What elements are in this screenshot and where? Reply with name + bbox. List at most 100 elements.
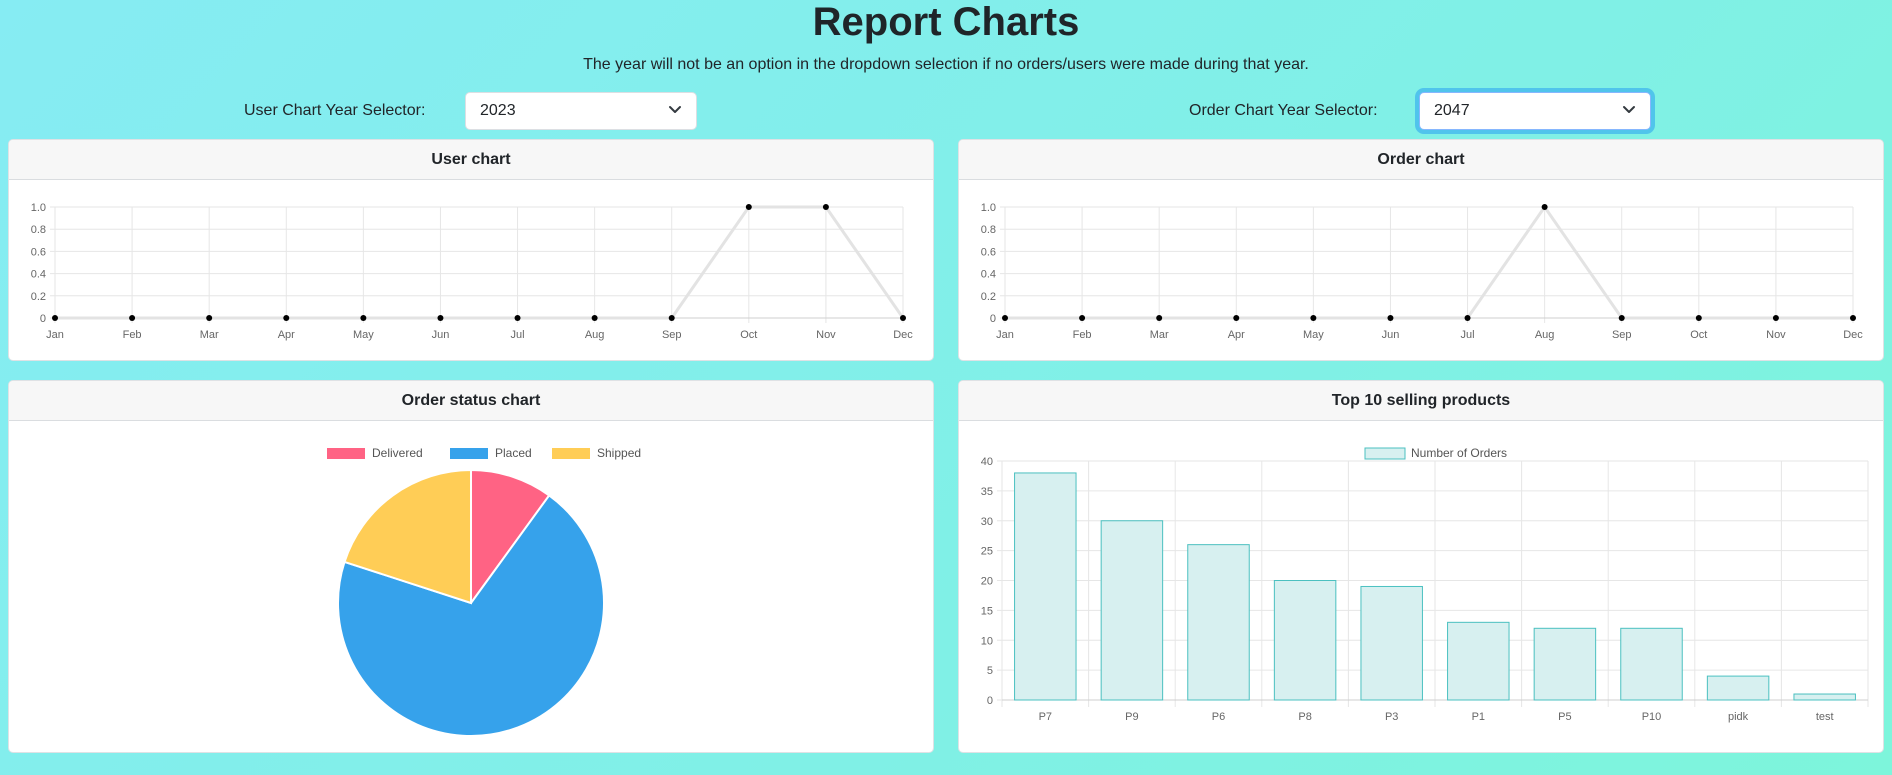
bar (1014, 472, 1077, 701)
user-chart-card: User chart 0 0.2 0.4 0.6 0.8 1.0 Jan Feb Mar Apr M… (8, 139, 934, 361)
x-tick-label: Feb (1073, 329, 1092, 341)
x-tick-label: Sep (1612, 329, 1632, 341)
x-tick-label: Mar (200, 329, 219, 341)
x-tick-label: P6 (1212, 711, 1225, 723)
order-status-title: Order status chart (9, 381, 933, 421)
data-point (1156, 315, 1163, 321)
legend-swatch (552, 448, 590, 459)
data-point (1387, 315, 1394, 321)
data-point (591, 315, 598, 321)
page-subtitle: The year will not be an option in the dr… (583, 56, 1309, 73)
x-tick-label: Aug (1535, 329, 1555, 341)
data-point (514, 315, 521, 321)
chevron-down-icon (669, 106, 681, 113)
data-point (1233, 315, 1240, 321)
x-tick-label: Jul (511, 329, 525, 341)
top-products-title: Top 10 selling products (959, 381, 1883, 421)
x-tick-label: Dec (893, 329, 913, 341)
bar (1187, 544, 1250, 701)
data-point (1002, 315, 1008, 321)
legend-label: Placed (495, 446, 532, 460)
order-status-card: Order status chart Delivered Placed Shippe… (8, 380, 934, 753)
x-tick-label: Jan (996, 329, 1014, 341)
x-tick-label: Mar (1150, 329, 1169, 341)
bar (1360, 585, 1423, 701)
y-tick-label: 0.4 (981, 269, 996, 281)
y-tick-label: 15 (981, 605, 993, 617)
chevron-down-icon (1623, 106, 1635, 113)
x-tick-label: Apr (278, 329, 295, 341)
legend-label: Shipped (597, 446, 641, 460)
bar (1100, 520, 1164, 701)
x-tick-label: May (353, 329, 374, 341)
order-status-pie-chart: Delivered Placed Shipped (327, 446, 641, 737)
top-products-card: Top 10 selling products Number of Orders… (958, 380, 1884, 753)
legend-label: Delivered (372, 446, 423, 460)
order-year-select[interactable]: 2047 (1419, 92, 1651, 130)
y-tick-label: 0.8 (31, 224, 46, 236)
x-tick-label: P10 (1642, 711, 1662, 723)
x-tick-label: Jul (1461, 329, 1475, 341)
x-tick-label: Aug (585, 329, 605, 341)
data-point (1850, 315, 1856, 321)
data-point (1464, 315, 1471, 321)
legend-label: Number of Orders (1411, 446, 1507, 460)
x-tick-label: P7 (1039, 711, 1052, 723)
data-point (206, 315, 213, 321)
user-chart-title: User chart (9, 140, 933, 180)
bar (1706, 675, 1770, 701)
y-tick-label: 35 (981, 486, 993, 498)
data-point (1772, 315, 1779, 321)
y-tick-label: 0 (40, 313, 46, 325)
y-tick-label: 5 (987, 665, 993, 677)
data-point (1695, 315, 1702, 321)
user-year-select[interactable]: 2023 (465, 92, 697, 130)
page-title: Report Charts (812, 0, 1080, 44)
x-tick-label: Feb (123, 329, 142, 341)
y-tick-label: 0 (987, 695, 993, 707)
y-tick-label: 30 (981, 516, 993, 528)
data-point (283, 315, 290, 321)
data-point (1541, 204, 1548, 210)
order-year-selector-label: Order Chart Year Selector: (1189, 102, 1378, 119)
legend-swatch (327, 448, 365, 459)
user-line-chart: 0 0.2 0.4 0.6 0.8 1.0 Jan Feb Mar Apr May Jun Jul Aug… (31, 202, 914, 341)
x-tick-label: Dec (1843, 329, 1863, 341)
y-tick-label: 0 (990, 313, 996, 325)
data-point (822, 204, 829, 210)
x-tick-label: Apr (1228, 329, 1245, 341)
x-tick-label: P5 (1558, 711, 1571, 723)
y-tick-label: 25 (981, 546, 993, 558)
y-tick-label: 0.2 (31, 291, 46, 303)
data-point (668, 315, 675, 321)
y-tick-label: 0.8 (981, 224, 996, 236)
y-tick-label: 40 (981, 456, 993, 468)
y-tick-label: 1.0 (981, 202, 996, 214)
data-point (1618, 315, 1625, 321)
x-tick-label: May (1303, 329, 1324, 341)
user-year-selector-label: User Chart Year Selector: (244, 102, 426, 119)
data-point (745, 204, 752, 210)
bar (1273, 580, 1337, 701)
x-tick-label: Nov (1766, 329, 1786, 341)
top-products-bar-chart: Number of Orders 0 5 10 15 20 25 30 35 40 P7 P9 P6 P8… (981, 446, 1869, 723)
x-tick-label: Oct (740, 329, 757, 341)
x-tick-label: P9 (1125, 711, 1138, 723)
x-tick-label: test (1816, 711, 1834, 723)
data-point (52, 315, 58, 321)
series-line (1005, 204, 1853, 320)
series-line (55, 205, 905, 320)
legend-swatch (450, 448, 488, 459)
x-tick-label: Sep (662, 329, 682, 341)
data-point (1079, 315, 1086, 321)
x-tick-label: pidk (1728, 711, 1749, 723)
data-point (900, 315, 906, 321)
data-point (1310, 315, 1317, 321)
bar (1793, 693, 1856, 701)
y-tick-label: 10 (981, 635, 993, 647)
order-year-value: 2047 (1434, 102, 1470, 119)
legend-swatch (1364, 447, 1406, 460)
x-tick-label: Jan (46, 329, 64, 341)
order-chart-card: Order chart 0 0.2 0.4 0.6 0.8 1.0 Jan Feb Mar Apr… (958, 139, 1884, 361)
x-tick-label: P1 (1472, 711, 1485, 723)
